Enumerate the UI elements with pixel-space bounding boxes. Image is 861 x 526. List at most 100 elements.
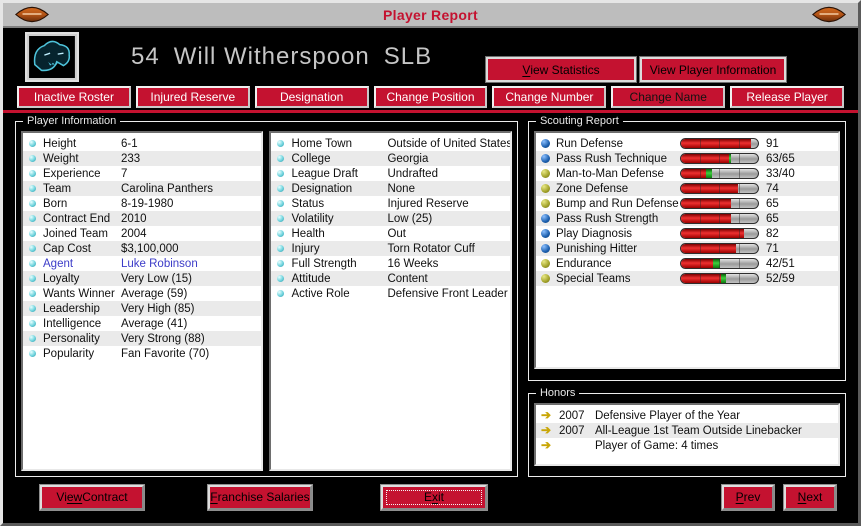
rating-row: Play Diagnosis 82 <box>536 226 838 241</box>
exit-button[interactable]: Ex it <box>380 483 488 511</box>
honor-row: ➔ 2007 Defensive Player of the Year <box>536 408 838 423</box>
bullet-icon <box>277 140 285 147</box>
info-row: Health Out <box>271 226 509 241</box>
info-value: 16 Weeks <box>387 257 439 270</box>
rating-bar <box>679 183 759 194</box>
rating-value: 33/40 <box>765 167 795 180</box>
info-value: 8-19-1980 <box>121 197 174 210</box>
bar-tick <box>738 184 740 193</box>
rating-bar <box>679 258 759 269</box>
arrow-icon: ➔ <box>540 423 551 437</box>
info-row: Joined Team 2004 <box>23 226 261 241</box>
bar-tick <box>719 184 721 193</box>
rating-label: Pass Rush Strength <box>555 212 659 225</box>
bar-tick <box>738 274 740 283</box>
rating-bar-current <box>680 244 736 253</box>
arrow-icon: ➔ <box>540 438 551 452</box>
info-row: Active Role Defensive Front Leader <box>271 286 509 301</box>
rating-row: Pass Rush Technique 63/65 <box>535 151 838 166</box>
info-row: Intelligence Average (41) <box>23 316 261 331</box>
info-label: League Draft <box>291 167 358 180</box>
rating-label: Zone Defense <box>555 182 629 195</box>
action-button-release-player[interactable]: Release Player <box>730 86 845 108</box>
rating-value: 65 <box>765 212 779 225</box>
bar-tick <box>700 229 702 238</box>
action-button-change-number[interactable]: Change Number <box>492 86 607 108</box>
info-label: Attitude <box>291 272 331 285</box>
info-label: Height <box>43 137 77 150</box>
bar-tick <box>700 259 702 268</box>
info-label: Home Town <box>291 137 352 150</box>
player-name: Will Witherspoon <box>173 42 370 70</box>
franchise-salaries-button[interactable]: Franchise Salaries <box>207 483 313 511</box>
bullet-icon <box>277 200 285 207</box>
prev-player-button[interactable]: Prev <box>721 483 775 511</box>
info-value: Average (41) <box>121 317 188 330</box>
info-row: Home Town Outside of United States <box>271 136 510 151</box>
info-label: Status <box>291 197 325 210</box>
bullet-icon <box>277 215 285 222</box>
player-info-list-left: Height 6-1 Weight 233 Experience 7 Team Carolin… <box>21 131 264 471</box>
action-button-designation[interactable]: Designation <box>254 86 369 108</box>
bar-tick <box>738 139 740 148</box>
next-player-button[interactable]: Next <box>783 483 837 511</box>
action-button-change-position[interactable]: Change Position <box>373 86 488 108</box>
bullet-icon <box>29 230 36 237</box>
info-row: Team Carolina Panthers <box>23 181 262 196</box>
bar-tick <box>700 139 702 148</box>
info-value: Torn Rotator Cuff <box>387 242 475 255</box>
info-label: Intelligence <box>43 317 102 330</box>
rating-label: Endurance <box>555 257 612 270</box>
info-value: Very High (85) <box>121 302 195 315</box>
rating-bar-current <box>680 199 731 208</box>
rating-row: Special Teams 52/59 <box>535 271 838 286</box>
olive-sphere-icon <box>540 169 550 178</box>
rating-value: 91 <box>765 137 779 150</box>
info-value: Georgia <box>387 152 429 165</box>
rating-value: 52/59 <box>765 272 795 285</box>
info-label: Born <box>43 197 68 210</box>
rating-value: 63/65 <box>765 152 795 165</box>
window-title: Player Report <box>383 6 478 23</box>
info-row: Attitude Content <box>271 271 510 286</box>
rating-bar-current <box>680 229 745 238</box>
bullet-icon <box>29 290 36 297</box>
action-button-change-name[interactable]: Change Name <box>611 86 726 108</box>
info-value: Out <box>387 227 407 240</box>
info-value: Very Low (15) <box>121 272 192 285</box>
rating-value: 71 <box>765 242 779 255</box>
rating-label: Bump and Run Defense <box>555 197 679 210</box>
bullet-icon <box>29 350 36 357</box>
info-row: League Draft Undrafted <box>271 166 509 181</box>
bullet-icon <box>277 275 285 282</box>
bar-tick <box>700 199 702 208</box>
football-icon[interactable] <box>810 5 848 24</box>
view-player-information-button[interactable]: View Player Information <box>639 56 787 83</box>
action-button-injured-reserve[interactable]: Injured Reserve <box>135 86 250 108</box>
honor-text: Player of Game: 4 times <box>594 439 719 452</box>
info-value: Low (25) <box>387 212 433 225</box>
football-icon[interactable] <box>13 5 51 24</box>
info-row: Leadership Very High (85) <box>23 301 262 316</box>
roster-action-row: Inactive Roster Injured Reserve Designatio… <box>3 86 858 108</box>
info-label: Active Role <box>291 287 350 300</box>
rating-bar <box>679 198 759 209</box>
bar-tick <box>719 154 721 163</box>
info-label: Leadership <box>43 302 100 315</box>
info-value: $3,100,000 <box>121 242 179 255</box>
rating-bar <box>679 213 759 224</box>
info-label: Weight <box>43 152 79 165</box>
rating-row: Zone Defense 74 <box>535 181 838 196</box>
info-row[interactable]: Agent Luke Robinson <box>23 256 261 271</box>
info-row: Contract End 2010 <box>23 211 262 226</box>
info-value: Very Strong (88) <box>121 332 205 345</box>
blue-sphere-icon <box>540 214 550 223</box>
rating-bar <box>679 228 759 239</box>
view-contract-button[interactable]: Vi ew Contract <box>39 483 145 511</box>
view-statistics-button[interactable]: View Statistics <box>485 56 637 83</box>
rating-value: 74 <box>765 182 779 195</box>
action-button-inactive-roster[interactable]: Inactive Roster <box>17 86 131 108</box>
player-information-panel-label: Player Information <box>27 115 117 127</box>
info-value: None <box>387 182 415 195</box>
info-label: Joined Team <box>43 227 108 240</box>
